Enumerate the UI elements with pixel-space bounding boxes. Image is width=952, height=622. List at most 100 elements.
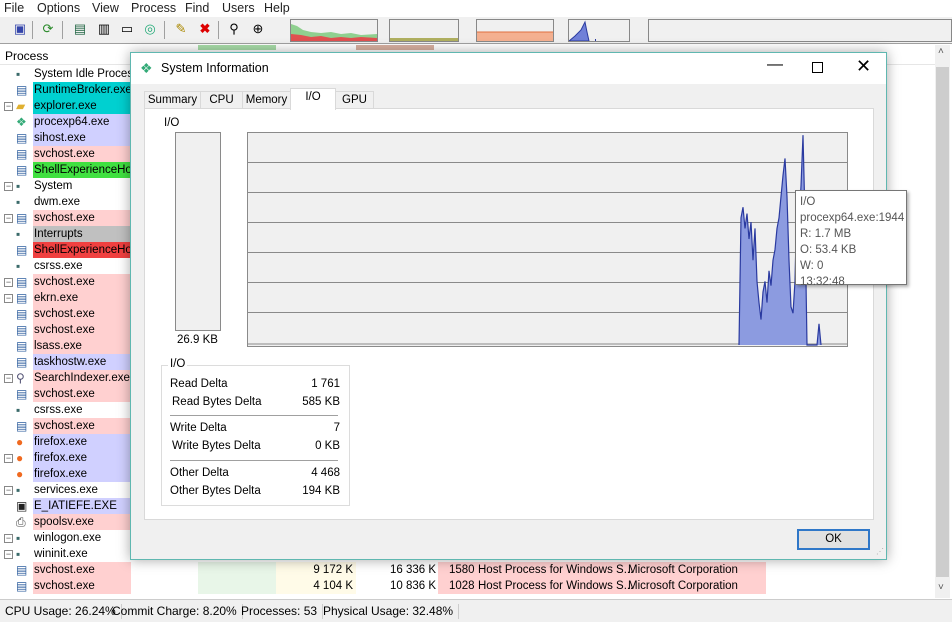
window-icon: ▤ <box>16 339 28 353</box>
status-physical-usage: Physical Usage: 32.48% <box>318 604 460 619</box>
system-info-icon[interactable]: ▤ <box>72 21 88 37</box>
stat-label: Other Bytes Delta <box>170 485 261 497</box>
io-bar-label: I/O <box>164 117 180 129</box>
commit-mini-graph[interactable] <box>476 19 554 42</box>
process-name: System <box>33 178 131 194</box>
graph-tooltip: I/O procexp64.exe:1944 R: 1.7 MB O: 53.4… <box>795 190 907 288</box>
menu-file[interactable]: File <box>4 1 24 15</box>
find-binoculars-icon[interactable]: ⚲ <box>226 21 242 37</box>
menu-process[interactable]: Process <box>131 1 176 15</box>
window-icon[interactable]: ▭ <box>119 21 135 37</box>
menu-view[interactable]: View <box>92 1 119 15</box>
cpu-mini-graph[interactable] <box>290 19 378 42</box>
stat-value: 0 KB <box>315 440 340 452</box>
collapse-toggle-icon[interactable]: − <box>4 374 13 383</box>
collapse-toggle-icon[interactable]: − <box>4 102 13 111</box>
window-icon: ▤ <box>16 275 28 289</box>
io-mini-graph[interactable] <box>567 19 630 42</box>
minimize-button[interactable]: — <box>767 56 783 74</box>
company-name: Microsoft Corporation <box>628 564 738 576</box>
process-row[interactable]: ▤ svchost.exe 4 104 K 10 836 K 1028 Host Proc… <box>0 578 935 594</box>
tab-memory[interactable]: Memory <box>242 91 291 109</box>
process-name: svchost.exe <box>33 274 131 290</box>
tab-summary[interactable]: Summary <box>144 91 201 109</box>
process-name: svchost.exe <box>33 146 131 162</box>
collapse-toggle-icon[interactable]: − <box>4 182 13 191</box>
tab-gpu[interactable]: GPU <box>335 91 374 109</box>
stat-read-bytes-delta: Read Bytes Delta 585 KB <box>172 396 340 408</box>
tab-io[interactable]: I/O <box>290 88 336 110</box>
process-name: svchost.exe <box>33 562 131 578</box>
system-icon: ▪ <box>16 483 21 497</box>
lower-pane-icon[interactable]: ▥ <box>96 21 112 37</box>
stat-value: 1 761 <box>311 378 340 390</box>
window-icon: ▤ <box>16 419 28 433</box>
properties-icon[interactable]: ✎ <box>173 21 189 37</box>
process-name: firefox.exe <box>33 434 131 450</box>
collapse-toggle-icon[interactable]: − <box>4 214 13 223</box>
process-name: firefox.exe <box>33 450 131 466</box>
io-group-title: I/O <box>168 358 188 370</box>
firefox-icon: ● <box>16 435 24 449</box>
process-name: E_IATIEFE.EXE <box>33 498 131 514</box>
stat-label: Write Bytes Delta <box>172 440 261 452</box>
process-name: lsass.exe <box>33 338 131 354</box>
io-bar-value: 26.9 KB <box>177 334 218 346</box>
collapse-toggle-icon[interactable]: − <box>4 294 13 303</box>
collapse-toggle-icon[interactable]: − <box>4 534 13 543</box>
menu-help[interactable]: Help <box>264 1 290 15</box>
scroll-down-icon[interactable]: ˅ <box>938 582 944 593</box>
stat-value: 4 468 <box>311 467 340 479</box>
process-name: taskhostw.exe <box>33 354 131 370</box>
refresh-icon[interactable]: ⟳ <box>40 21 56 37</box>
menu-find[interactable]: Find <box>185 1 209 15</box>
system-icon: ▪ <box>16 227 21 241</box>
menu-users[interactable]: Users <box>222 1 255 15</box>
maximize-button[interactable] <box>812 62 823 73</box>
scroll-up-icon[interactable]: ˄ <box>938 46 944 57</box>
process-name: svchost.exe <box>33 210 131 226</box>
scrollbar-thumb[interactable] <box>936 67 949 577</box>
system-icon: ▪ <box>16 547 21 561</box>
crosshair-target-icon[interactable]: ⊕ <box>250 21 266 37</box>
tooltip-write: W: 0 <box>800 260 824 272</box>
stat-label: Write Delta <box>170 422 227 434</box>
process-name: csrss.exe <box>33 402 131 418</box>
kill-process-icon[interactable]: ✖ <box>197 21 213 37</box>
stat-value: 585 KB <box>302 396 340 408</box>
resize-grip-icon[interactable]: ⋰ <box>876 547 884 556</box>
stat-value: 7 <box>333 422 340 434</box>
pid: 1580 <box>449 564 475 576</box>
collapse-toggle-icon[interactable]: − <box>4 454 13 463</box>
column-header-process[interactable]: Process <box>5 49 48 63</box>
tab-cpu[interactable]: CPU <box>200 91 243 109</box>
dll-view-icon[interactable]: ◎ <box>142 21 158 37</box>
collapse-toggle-icon[interactable]: − <box>4 486 13 495</box>
window-icon: ▤ <box>16 147 28 161</box>
process-name: procexp64.exe <box>33 114 131 130</box>
procexp-icon: ❖ <box>16 115 27 129</box>
collapse-toggle-icon[interactable]: − <box>4 278 13 287</box>
process-name: System Idle Process <box>33 66 131 82</box>
process-name: firefox.exe <box>33 466 131 482</box>
process-name: csrss.exe <box>33 258 131 274</box>
menu-options[interactable]: Options <box>37 1 80 15</box>
save-icon[interactable]: ▣ <box>12 21 28 37</box>
io-history-graph[interactable] <box>247 132 849 348</box>
vertical-scrollbar[interactable]: ˄ ˅ <box>935 45 950 598</box>
window-icon: ▤ <box>16 243 28 257</box>
stat-other-delta: Other Delta 4 468 <box>170 467 340 479</box>
folder-icon: ▰ <box>16 99 26 113</box>
system-icon: ▪ <box>16 531 21 545</box>
network-mini-graph[interactable] <box>648 19 952 42</box>
collapse-toggle-icon[interactable]: − <box>4 550 13 559</box>
close-button[interactable]: ✕ <box>856 56 871 77</box>
window-icon: ▤ <box>16 83 28 97</box>
window-icon: ▤ <box>16 163 28 177</box>
process-row[interactable]: ▤ svchost.exe 9 172 K 16 336 K 1580 Host Proc… <box>0 562 935 578</box>
working-set: 16 336 K <box>389 564 436 576</box>
memory-mini-graph[interactable] <box>389 19 459 42</box>
process-name: services.exe <box>33 482 131 498</box>
ok-button[interactable]: OK <box>797 529 870 550</box>
process-name: winlogon.exe <box>33 530 131 546</box>
